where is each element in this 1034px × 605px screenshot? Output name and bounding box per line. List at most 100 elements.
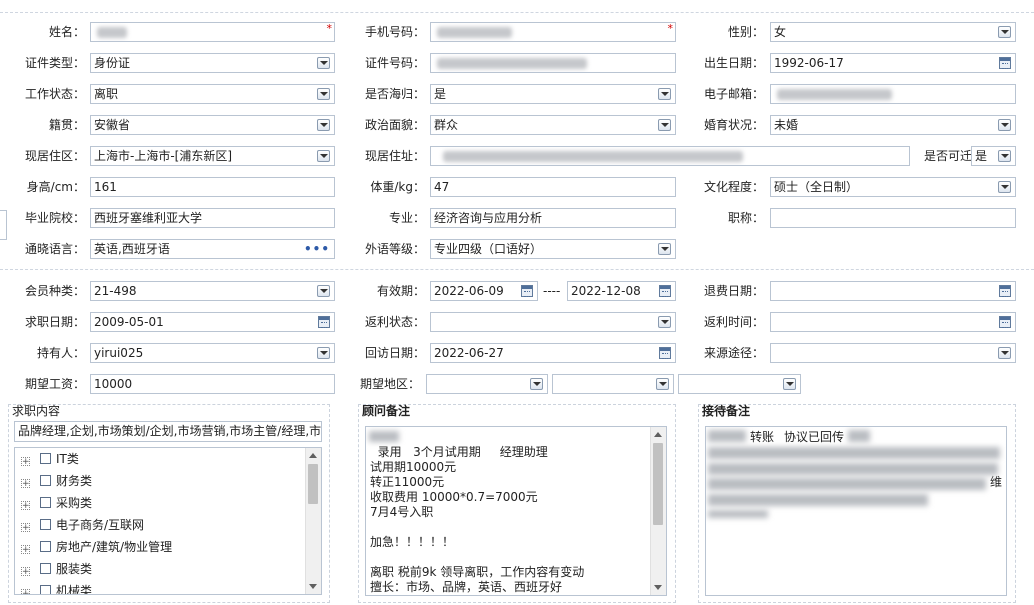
residence-area-select[interactable]: 上海市-上海市-[浦东新区] [90,146,335,166]
checkbox[interactable] [40,475,51,486]
dropdown-arrow-icon[interactable] [658,88,671,100]
dropdown-arrow-icon[interactable] [998,26,1011,38]
reception-notes-textarea[interactable]: 转账 协议已回传 维 [705,426,1007,596]
calendar-icon[interactable] [999,285,1011,297]
major-input[interactable]: 经济咨询与应用分析 [430,208,676,228]
job-intent-summary[interactable]: 品牌经理,企划,市场策划/企划,市场营销,市场主管/经理,市场 [14,421,322,442]
scroll-thumb[interactable] [653,443,663,525]
tree-node-machinery[interactable]: + 机械类 [21,581,92,594]
dropdown-arrow-icon[interactable] [998,347,1011,359]
languages-input[interactable]: 英语,西班牙语 ••• [90,239,335,259]
id-type-label: 证件类型： [24,56,85,70]
consultant-notes-textarea[interactable]: 录用 3个月试用期 经理助理 试用期10000元 转正11000元 收取费用 1… [365,426,667,596]
dropdown-arrow-icon[interactable] [317,88,330,100]
dropdown-arrow-icon[interactable] [998,150,1011,162]
title-input[interactable] [770,208,1016,228]
dropdown-arrow-icon[interactable] [317,119,330,131]
marital-select[interactable]: 未婚 [770,115,1016,135]
calendar-icon[interactable] [999,57,1011,69]
valid-to-input[interactable]: 2022-12-08 [567,281,676,301]
overseas-select[interactable]: 是 [430,84,676,104]
checkbox[interactable] [40,519,51,530]
dropdown-arrow-icon[interactable] [658,243,671,255]
checkbox[interactable] [40,541,51,552]
name-input[interactable]: * [90,22,335,42]
dropdown-arrow-icon[interactable] [530,378,543,390]
tree-scrollbar[interactable] [305,448,321,594]
expand-icon[interactable]: + [21,567,30,577]
visit-date-input[interactable]: 2022-06-27 [430,343,676,363]
holder-select[interactable]: yirui025 [90,343,335,363]
source-select[interactable] [770,343,1016,363]
dropdown-arrow-icon[interactable] [317,57,330,69]
scroll-down-icon[interactable] [654,585,662,590]
dropdown-arrow-icon[interactable] [998,119,1011,131]
dropdown-arrow-icon[interactable] [658,119,671,131]
job-date-input[interactable]: 2009-05-01 [90,312,335,332]
expand-icon[interactable]: + [21,545,30,555]
expand-icon[interactable]: + [21,479,30,489]
dropdown-arrow-icon[interactable] [317,285,330,297]
calendar-icon[interactable] [521,285,533,297]
weight-input[interactable]: 47 [430,177,676,197]
id-type-select[interactable]: 身份证 [90,53,335,73]
relocate-select[interactable]: 是 [971,146,1016,166]
checkbox[interactable] [40,585,51,594]
work-status-select[interactable]: 离职 [90,84,335,104]
dropdown-arrow-icon[interactable] [783,378,796,390]
gender-select[interactable]: 女 [770,22,1016,42]
refund-date-label: 退费日期： [703,284,764,298]
school-input[interactable]: 西班牙塞维利亚大学 [90,208,335,228]
tree-node-apparel[interactable]: + 服装类 [21,559,92,579]
scroll-down-icon[interactable] [309,584,317,589]
id-no-input[interactable] [430,53,676,73]
checkbox[interactable] [40,453,51,464]
scroll-up-icon[interactable] [654,432,662,437]
notes-scrollbar[interactable] [650,427,666,595]
rebate-time-input[interactable] [770,312,1016,332]
valid-from-input[interactable]: 2022-06-09 [430,281,538,301]
scroll-thumb[interactable] [308,464,318,504]
political-select[interactable]: 群众 [430,115,676,135]
residence-addr-input[interactable] [430,146,910,166]
dropdown-arrow-icon[interactable] [317,150,330,162]
email-input[interactable] [770,84,1016,104]
calendar-icon[interactable] [659,285,671,297]
tree-node-purchase[interactable]: + 采购类 [21,493,92,513]
dropdown-arrow-icon[interactable] [998,181,1011,193]
rebate-status-select[interactable] [430,312,676,332]
area-city-select[interactable] [552,374,674,394]
phone-input[interactable]: * [430,22,676,42]
expand-icon[interactable]: + [21,523,30,533]
area-province-select[interactable] [426,374,548,394]
expand-icon[interactable]: + [21,457,30,467]
tree-node-finance[interactable]: + 财务类 [21,471,92,491]
calendar-icon[interactable] [659,347,671,359]
fl-level-select[interactable]: 专业四级（口语好） [430,239,676,259]
area-district-select[interactable] [678,374,801,394]
birth-date-input[interactable]: 1992-06-17 [770,53,1016,73]
education-select[interactable]: 硕士（全日制） [770,177,1016,197]
dropdown-arrow-icon[interactable] [658,316,671,328]
refund-date-input[interactable] [770,281,1016,301]
member-type-label: 会员种类： [24,284,85,298]
checkbox[interactable] [40,563,51,574]
height-input[interactable]: 161 [90,177,335,197]
scroll-up-icon[interactable] [309,453,317,458]
calendar-icon[interactable] [999,316,1011,328]
calendar-icon[interactable] [318,316,330,328]
tree-node-it[interactable]: + IT类 [21,449,79,469]
member-type-select[interactable]: 21-498 [90,281,335,301]
dropdown-arrow-icon[interactable] [656,378,669,390]
salary-input[interactable]: 10000 [90,374,335,394]
checkbox[interactable] [40,497,51,508]
native-select[interactable]: 安徽省 [90,115,335,135]
more-options-icon[interactable]: ••• [304,243,330,255]
category-tree[interactable]: + IT类 + 财务类 + 采购类 + 电子商务/互联网 + 房地产/建筑/物业管理 + 服… [14,447,322,595]
tree-node-realestate[interactable]: + 房地产/建筑/物业管理 [21,537,172,557]
redacted-text [848,430,870,442]
expand-icon[interactable]: + [21,589,30,594]
dropdown-arrow-icon[interactable] [317,347,330,359]
expand-icon[interactable]: + [21,501,30,511]
tree-node-ecommerce[interactable]: + 电子商务/互联网 [21,515,144,535]
